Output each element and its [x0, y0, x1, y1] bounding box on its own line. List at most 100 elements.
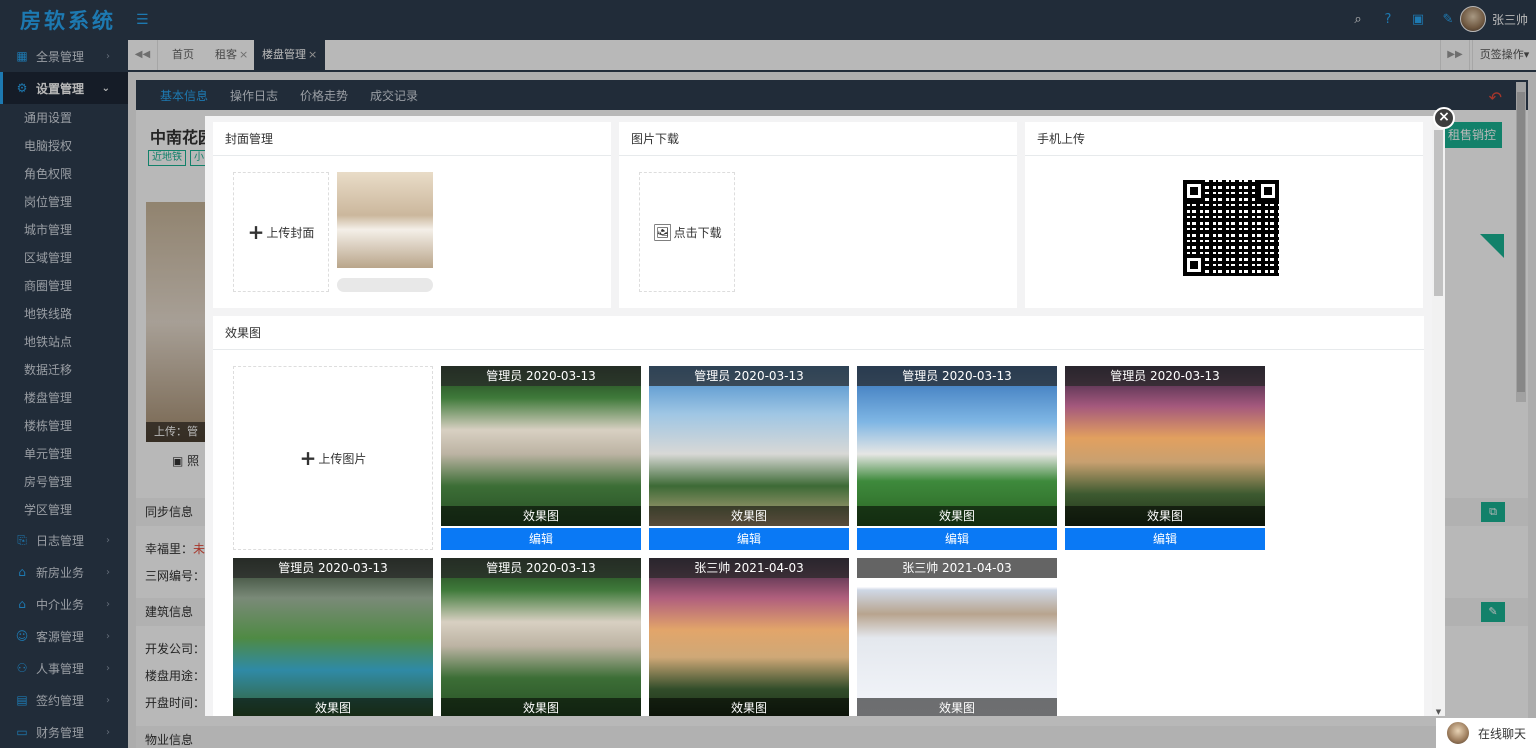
calendar-icon[interactable]: ▣	[1410, 12, 1426, 28]
scroll-down-icon[interactable]: ▼	[1432, 708, 1445, 716]
download-label: 点击下载	[673, 225, 722, 240]
top-icons: ⌕ ? ▣ ✎	[1350, 12, 1456, 28]
photo-link[interactable]: ▣ 照	[172, 452, 199, 469]
sidebar-item-label: 签约管理	[36, 693, 85, 708]
subnav-operation-log[interactable]: 操作日志	[230, 87, 278, 104]
modal-close-icon[interactable]: ×	[1433, 107, 1455, 129]
gallery-image[interactable]	[441, 366, 641, 526]
gallery-image[interactable]	[1065, 366, 1265, 526]
external-link-icon[interactable]: ⧉	[1481, 502, 1505, 522]
gallery-image[interactable]	[857, 558, 1057, 716]
sidebar-subitem[interactable]: 房号管理	[0, 468, 128, 496]
log-icon: ⎘	[17, 533, 27, 547]
username: 张三帅	[1492, 12, 1529, 27]
sidebar-subitem[interactable]: 区域管理	[0, 244, 128, 272]
gallery-image[interactable]	[857, 366, 1057, 526]
page-ops-dropdown[interactable]: 页签操作▾	[1472, 40, 1536, 70]
gallery-image[interactable]	[649, 366, 849, 526]
gallery-image[interactable]	[233, 558, 433, 716]
gallery-image[interactable]	[649, 558, 849, 716]
gallery-card[interactable]: 张三帅 2021-04-03 效果图	[649, 558, 849, 716]
sidebar-item-settings[interactable]: ⚙ 设置管理 ⌄	[0, 72, 128, 104]
section-label: 建筑信息	[145, 605, 194, 619]
sidebar-item-label: 新房业务	[36, 565, 85, 580]
download-button[interactable]: 🖼 点击下载	[639, 172, 735, 292]
gallery-card[interactable]: 管理员 2020-03-13 效果图 编辑	[1065, 366, 1265, 550]
scrollbar-thumb[interactable]	[1517, 92, 1525, 392]
tab-label: 租客	[215, 48, 237, 61]
tabs-scroll-left-icon[interactable]: ◀◀	[128, 40, 158, 70]
sidebar-item-panorama[interactable]: ▦ 全景管理 ›	[0, 40, 128, 72]
gallery-card[interactable]: 管理员 2020-03-13 效果图 编辑	[649, 366, 849, 550]
agency-icon: ⌂	[18, 597, 26, 611]
gallery-card[interactable]: 管理员 2020-03-13 效果图 编辑	[857, 366, 1057, 550]
tab-close-icon[interactable]: ×	[308, 48, 317, 61]
gallery-image[interactable]	[441, 558, 641, 716]
edit-icon[interactable]: ✎	[1481, 602, 1505, 622]
gallery-card[interactable]: 管理员 2020-03-13 效果图 编辑	[441, 366, 641, 550]
sidebar-subitem[interactable]: 楼盘管理	[0, 384, 128, 412]
sidebar-subitem[interactable]: 楼栋管理	[0, 412, 128, 440]
sidebar-item[interactable]: ⌂ 中介业务 ›	[0, 588, 128, 620]
search-icon[interactable]: ⌕	[1350, 12, 1366, 28]
subnav-basic-info[interactable]: 基本信息	[160, 87, 208, 104]
image-type-caption: 效果图	[649, 506, 849, 526]
app-logo[interactable]: 房软系统	[0, 0, 128, 40]
sidebar-subitem[interactable]: 地铁站点	[0, 328, 128, 356]
sidebar-item-label: 日志管理	[36, 533, 85, 548]
gallery-card[interactable]: 管理员 2020-03-13 效果图	[233, 558, 433, 716]
sidebar-subitem[interactable]: 数据迁移	[0, 356, 128, 384]
cover-panel: 封面管理 + 上传封面	[213, 122, 611, 308]
tab-building-management[interactable]: 楼盘管理 ×	[254, 40, 326, 70]
sidebar-subitem[interactable]: 商圈管理	[0, 272, 128, 300]
uploader-caption: 管理员 2020-03-13	[1065, 366, 1265, 386]
chevron-right-icon: ›	[106, 726, 110, 738]
sidebar-subitem[interactable]: 电脑授权	[0, 132, 128, 160]
building-photo	[146, 202, 206, 442]
edit-button[interactable]: 编辑	[857, 528, 1057, 550]
tab-home[interactable]: 首页	[164, 40, 202, 70]
gallery-card[interactable]: 管理员 2020-03-13 效果图	[441, 558, 641, 716]
field-label: 三网编号：	[145, 569, 206, 583]
sidebar-item[interactable]: ⚇ 人事管理 ›	[0, 652, 128, 684]
hamburger-icon[interactable]: ☰	[136, 12, 149, 28]
tab-close-icon[interactable]: ×	[239, 48, 248, 61]
sidebar-subitem[interactable]: 单元管理	[0, 440, 128, 468]
help-icon[interactable]: ?	[1380, 12, 1396, 28]
user-menu[interactable]: 张三帅	[1460, 6, 1528, 32]
edit-button[interactable]: 编辑	[441, 528, 641, 550]
sidebar-item[interactable]: ▤ 签约管理 ›	[0, 684, 128, 716]
upload-image-button[interactable]: + 上传图片	[233, 366, 433, 550]
cover-image[interactable]	[337, 172, 433, 268]
sidebar-item[interactable]: ☺ 客源管理 ›	[0, 620, 128, 652]
uploader-caption: 管理员 2020-03-13	[857, 366, 1057, 386]
edit-icon[interactable]: ✎	[1440, 12, 1456, 28]
online-chat-button[interactable]: 在线聊天	[1436, 718, 1536, 748]
gallery-card[interactable]: 张三帅 2021-04-03 效果图	[857, 558, 1057, 716]
sidebar-subitem[interactable]: 通用设置	[0, 104, 128, 132]
sidebar-subitem[interactable]: 学区管理	[0, 496, 128, 524]
subnav-deal-records[interactable]: 成交记录	[370, 87, 418, 104]
tabs-scroll-right-icon[interactable]: ▶▶	[1440, 40, 1470, 70]
sidebar-item[interactable]: ⌂ 新房业务 ›	[0, 556, 128, 588]
panorama-icon: ▦	[16, 49, 28, 63]
cover-action-bar[interactable]	[337, 278, 433, 292]
scrollbar-thumb[interactable]	[1434, 130, 1443, 296]
org-icon: ⚇	[16, 661, 28, 675]
sidebar-item[interactable]: ⎘ 日志管理 ›	[0, 524, 128, 556]
upload-cover-button[interactable]: + 上传封面	[233, 172, 329, 292]
sidebar-subitem[interactable]: 城市管理	[0, 216, 128, 244]
modal-scrollbar[interactable]: ▲ ▼	[1432, 116, 1445, 716]
sidebar-subitem[interactable]: 地铁线路	[0, 300, 128, 328]
page-scrollbar[interactable]	[1516, 82, 1526, 402]
tab-tenant[interactable]: 租客 ×	[207, 40, 256, 70]
sidebar-subitem[interactable]: 岗位管理	[0, 188, 128, 216]
sidebar-subitem[interactable]: 角色权限	[0, 160, 128, 188]
field-label: 幸福里：	[145, 542, 194, 556]
edit-button[interactable]: 编辑	[1065, 528, 1265, 550]
subnav-price-trend[interactable]: 价格走势	[300, 87, 348, 104]
back-icon[interactable]: ↶	[1489, 88, 1502, 107]
gear-icon: ⚙	[16, 81, 28, 95]
sidebar-item[interactable]: ▭ 财务管理 ›	[0, 716, 128, 748]
edit-button[interactable]: 编辑	[649, 528, 849, 550]
